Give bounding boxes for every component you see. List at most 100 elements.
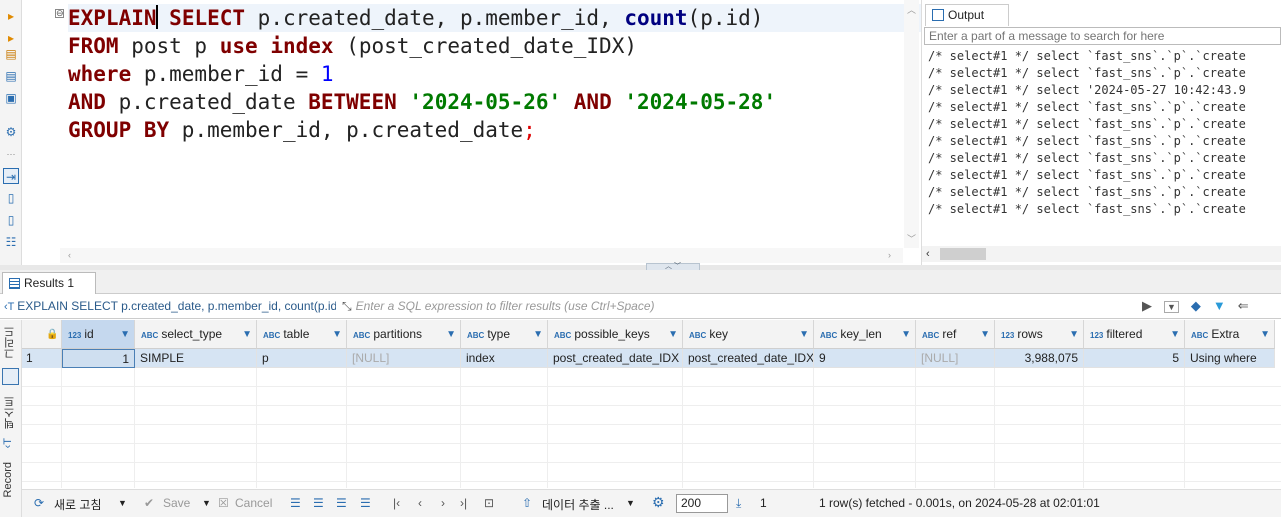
erase-filter-icon[interactable]: ◆ [1191,298,1201,313]
code-line[interactable]: EXPLAIN SELECT p.created_date, p.member_… [68,4,776,32]
text-view-icon[interactable]: ‹T [2,438,14,448]
prev-page-icon[interactable]: ‹ [418,496,422,510]
sql-code[interactable]: EXPLAIN SELECT p.created_date, p.member_… [68,4,776,144]
scroll-left-icon[interactable]: ‹ [68,250,71,260]
results-panel-icon[interactable]: ⇥ [3,168,19,184]
output-scroll-thumb[interactable] [940,248,986,260]
grid-view-label[interactable]: 그리드 [2,326,18,359]
sort-icon[interactable]: ▼ [533,320,543,349]
scroll-right-icon[interactable]: › [888,250,891,260]
column-header-key[interactable]: ABC key ▼ [683,320,814,349]
cancel-button[interactable]: Cancel [235,496,272,510]
column-header-select-type[interactable]: ABC select_type ▼ [135,320,257,349]
column-header-table[interactable]: ABC table ▼ [257,320,347,349]
table-cell[interactable]: index [461,349,548,368]
code-line[interactable]: AND p.created_date BETWEEN '2024-05-26' … [68,88,776,116]
export-button[interactable]: 데이터 추출 ... [542,496,614,513]
column-header-id[interactable]: 123 id ▼ [62,320,135,349]
sort-icon[interactable]: ▼ [799,320,809,349]
export-icon[interactable]: ⇧ [522,496,532,510]
execute-script-icon[interactable]: ▸ [3,30,19,46]
output-tab[interactable]: Output [925,4,1009,26]
sort-icon[interactable]: ▼ [668,320,678,349]
text-view-label[interactable]: 텍스트 [2,396,18,429]
next-page-icon[interactable]: › [441,496,445,510]
refresh-dropdown-icon[interactable]: ▼ [118,498,127,508]
table-cell[interactable]: 1 [62,349,135,368]
scroll-left-icon[interactable]: ‹ [926,248,930,260]
expand-icon[interactable]: ⤡ [342,299,352,313]
sort-icon[interactable]: ▼ [446,320,456,349]
filter-input[interactable]: ⤡ Enter a SQL expression to filter result… [342,297,1142,317]
sort-icon[interactable]: ▼ [332,320,342,349]
record-view-label[interactable]: Record [2,462,14,497]
output-panel-icon[interactable]: ▯ [3,190,19,206]
plan-icon[interactable]: ▤ [3,46,19,62]
save-dropdown-icon[interactable]: ▼ [202,498,211,508]
format-icon[interactable]: ▤ [3,68,19,84]
export-dropdown-icon[interactable]: ▼ [626,498,635,508]
edit-icon[interactable]: ☰ [290,496,301,510]
row-number[interactable]: 1 [22,349,62,368]
table-cell[interactable]: 9 [814,349,916,368]
last-page-icon[interactable]: ›| [460,496,467,510]
grid-view-icon[interactable] [2,368,19,385]
sort-icon[interactable]: ▼ [980,320,990,349]
column-header-ref[interactable]: ABC ref ▼ [916,320,995,349]
refresh-button[interactable]: 새로 고침 [54,496,102,513]
table-cell[interactable]: SIMPLE [135,349,257,368]
scroll-down-icon[interactable]: ﹀ [907,232,916,245]
column-header-partitions[interactable]: ABC partitions ▼ [347,320,461,349]
settings-icon[interactable]: ⚙ [3,124,19,140]
copy-row-icon[interactable]: ☰ [336,496,347,510]
column-header-filtered[interactable]: 123 filtered ▼ [1084,320,1185,349]
back-icon[interactable]: ⇐ [1238,298,1249,313]
column-header-key-len[interactable]: ABC key_len ▼ [814,320,916,349]
fetch-all-icon[interactable]: ⊡ [484,496,494,510]
save-button[interactable]: Save [163,496,190,510]
first-page-icon[interactable]: |‹ [393,496,400,510]
table-cell[interactable]: 3,988,075 [995,349,1084,368]
gear-icon[interactable]: ⚙ [652,494,665,511]
code-line[interactable]: GROUP BY p.member_id, p.created_date; [68,116,776,144]
table-cell[interactable]: p [257,349,347,368]
column-header-rows[interactable]: 123 rows ▼ [995,320,1084,349]
table-cell[interactable]: [NULL] [347,349,461,368]
table-cell[interactable]: Using where [1185,349,1275,368]
output-search-input[interactable] [924,27,1281,45]
new-script-icon[interactable]: ▸ [3,8,19,24]
output-horizontal-scrollbar[interactable]: ‹ [922,246,1281,262]
code-line[interactable]: FROM post p use index (post_created_date… [68,32,776,60]
table-cell[interactable]: [NULL] [916,349,995,368]
scroll-up-icon[interactable]: ︿ [907,3,916,16]
add-row-icon[interactable]: ☰ [313,496,324,510]
delete-row-icon[interactable]: ☰ [360,496,371,510]
table-cell[interactable]: 5 [1084,349,1185,368]
table-cell[interactable]: post_created_date_IDX [548,349,683,368]
outline-icon[interactable]: ☷ [3,234,19,250]
results-grid[interactable]: 🔒 123 id ▼ ABC select_type ▼ ABC table ▼ ABC parti… [22,320,1281,488]
results-tab[interactable]: Results 1 [2,272,96,294]
variables-icon[interactable]: ▯ [3,212,19,228]
filter-icon[interactable]: ▼ [1213,298,1226,313]
editor-vertical-scrollbar[interactable]: ︿ ﹀ [904,0,919,248]
filter-history-icon[interactable]: ▼ [1164,301,1179,313]
code-line[interactable]: where p.member_id = 1 [68,60,776,88]
sort-icon[interactable]: ▼ [1170,320,1180,349]
column-header-extra[interactable]: ABC Extra ▼ [1185,320,1275,349]
refresh-icon[interactable]: ⟳ [34,496,44,510]
console-icon[interactable]: ▣ [3,90,19,106]
query-text[interactable]: ‹T EXPLAIN SELECT p.created_date, p.memb… [4,299,336,313]
sort-icon[interactable]: ▼ [901,320,911,349]
column-header-type[interactable]: ABC type ▼ [461,320,548,349]
sort-icon[interactable]: ▼ [1260,320,1270,349]
fetch-size-input[interactable]: 200 [676,494,728,513]
more-icon[interactable]: ⋯ [3,146,19,162]
fold-icon[interactable]: ⊖ [55,9,64,18]
column-header-possible-keys[interactable]: ABC possible_keys ▼ [548,320,683,349]
sort-icon[interactable]: ▼ [1069,320,1079,349]
row-count-icon[interactable]: ⤓ [736,496,741,511]
table-cell[interactable]: post_created_date_IDX [683,349,814,368]
editor-horizontal-scrollbar[interactable]: ‹ › [60,248,903,263]
sort-icon[interactable]: ▼ [120,320,130,349]
